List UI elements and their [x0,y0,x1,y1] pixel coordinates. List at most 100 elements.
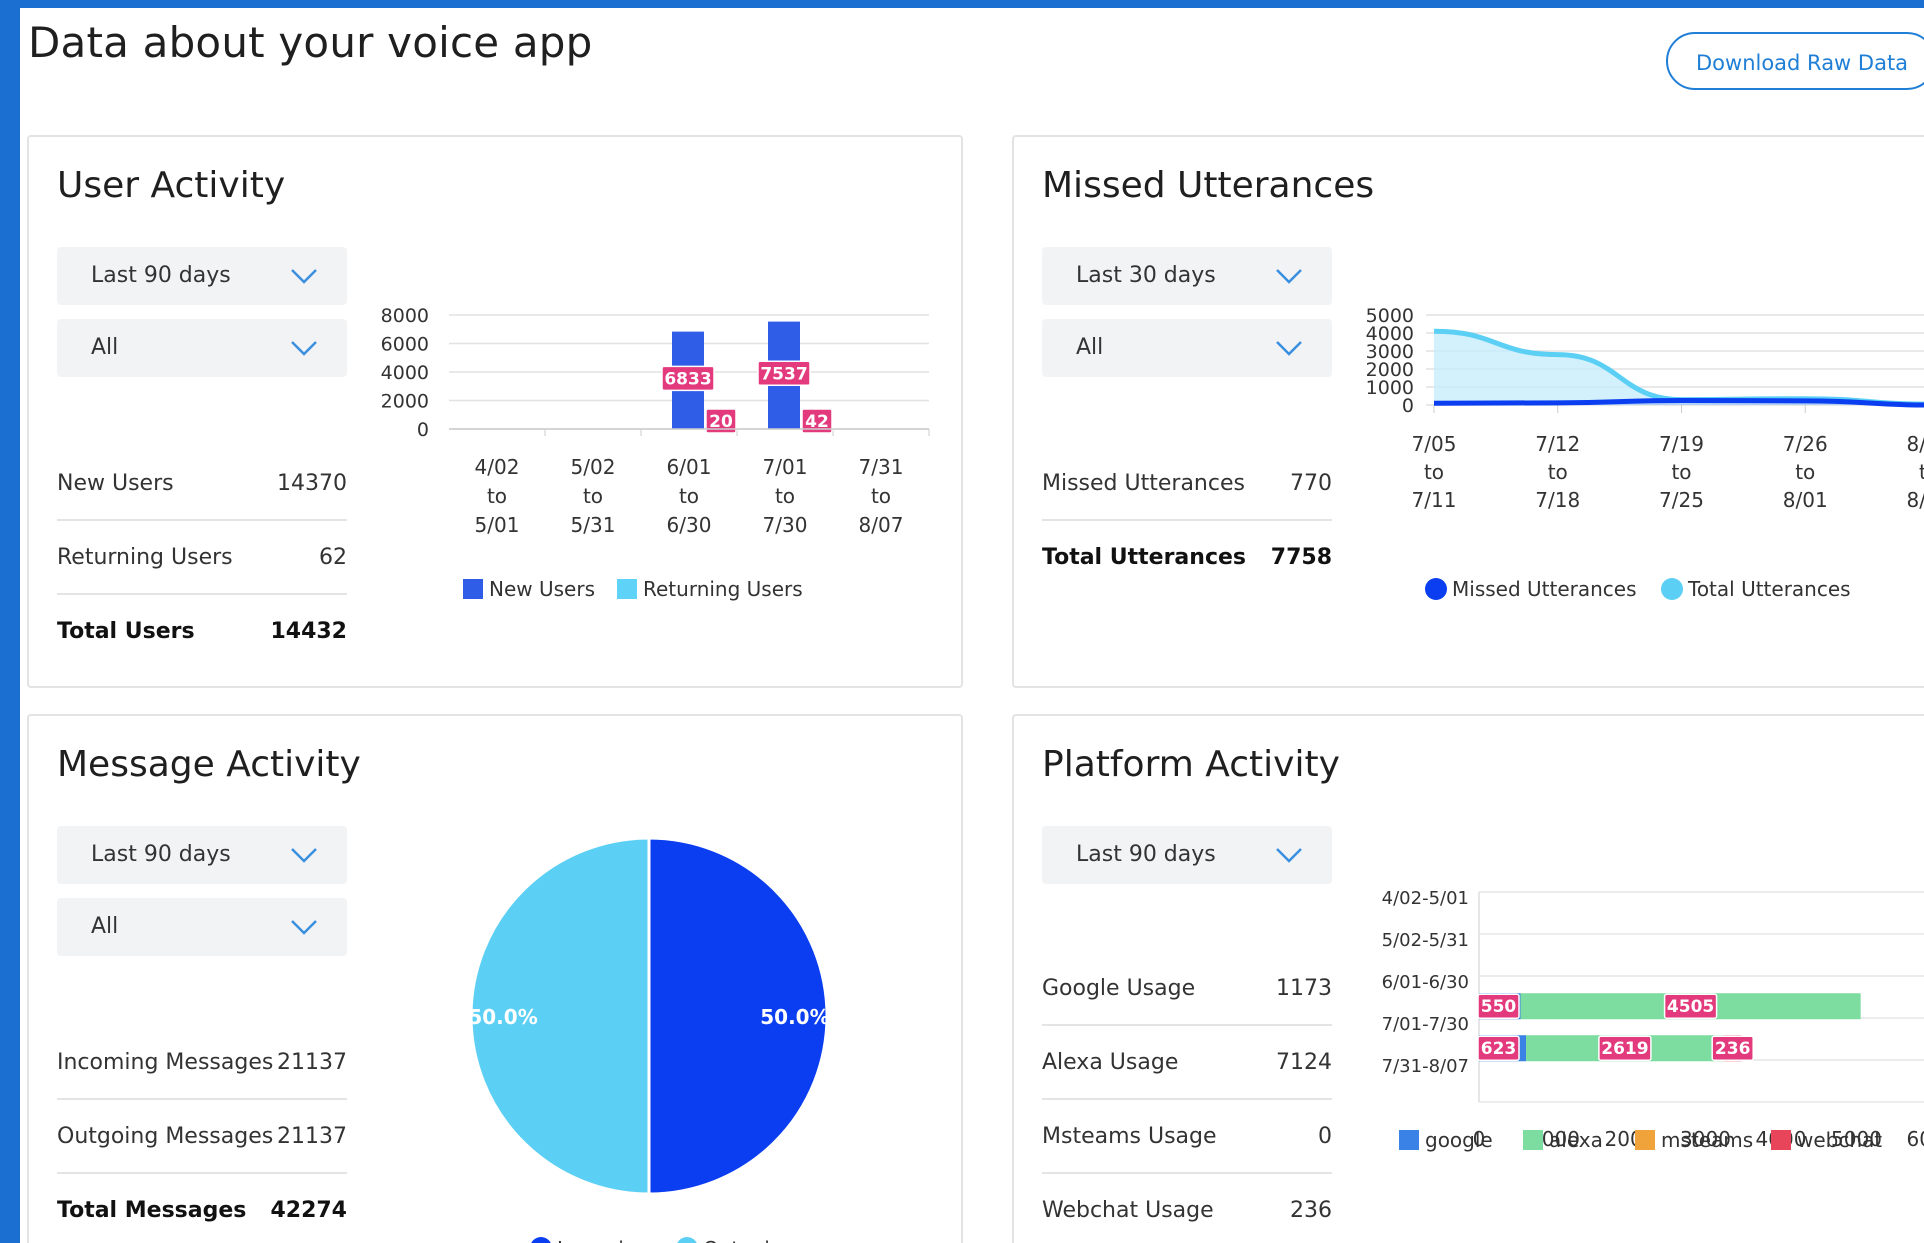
area-total-utterances [1434,331,1924,405]
legend-label: Incoming [557,1237,649,1243]
card-title: User Activity [57,165,286,206]
chevron-down-icon [291,920,317,935]
y-tick-label: 5000 [1366,305,1414,327]
stat-row-total-messages: Total Messages 42274 [57,1174,347,1243]
legend-label: Missed Utterances [1452,577,1637,601]
x-tick-label: to [1919,460,1924,484]
y-tick-label: 7/31-8/07 [1382,1056,1469,1077]
platform-activity-card: Platform Activity Last 90 days Google Us… [1012,714,1924,1243]
data-label: 550 [1481,997,1517,1017]
stat-label: Missed Utterances [1042,471,1245,496]
y-tick-label: 6/01-6/30 [1382,972,1469,993]
dropdown-value: All [1076,335,1104,360]
x-tick-label: 8/01 [1783,488,1828,512]
message-activity-card: Message Activity Last 90 days All Incomi… [27,714,963,1243]
stat-row-total-utterances: Total Utterances 7758 [1042,521,1332,595]
x-tick-label: to [1671,460,1691,484]
y-tick-label: 7/01-7/30 [1382,1014,1469,1035]
date-range-dropdown[interactable]: Last 90 days [1042,826,1332,884]
stat-label: New Users [57,471,174,496]
user-activity-bar-chart: 0 2000 4000 6000 8000 4/02 to 5/01 5/02 to 5/31 6/0… [381,305,930,601]
x-tick-label: 6/30 [667,513,712,537]
x-tick-label: 5/01 [475,513,520,537]
x-tick-label: 5/02 [571,455,616,479]
stat-value: 7124 [1276,1050,1332,1075]
stat-value: 7758 [1270,545,1332,570]
stat-value: 0 [1318,1124,1332,1149]
stat-label: Total Utterances [1042,545,1246,570]
x-tick-label: 7/26 [1783,432,1828,456]
legend-label: Returning Users [643,577,803,601]
legend-swatch-webchat [1771,1130,1791,1150]
legend-swatch-missed-utterances [1425,578,1447,600]
download-raw-data-button[interactable]: Download Raw Data [1666,32,1924,90]
data-label: 4505 [1667,997,1714,1017]
data-label: 623 [1481,1039,1517,1059]
x-tick-label: 7/31 [859,455,904,479]
date-range-dropdown[interactable]: Last 90 days [57,247,347,305]
date-range-dropdown[interactable]: Last 90 days [57,826,347,884]
platform-filter-dropdown[interactable]: All [57,898,347,956]
x-tick-label: 7/18 [1535,488,1580,512]
stat-row-msteams-usage: Msteams Usage 0 [1042,1100,1332,1174]
x-tick-label: 7/19 [1659,432,1704,456]
x-tick-label: 7/12 [1535,432,1580,456]
legend-swatch-google [1399,1130,1419,1150]
card-title: Message Activity [57,744,361,785]
stat-label: Alexa Usage [1042,1050,1179,1075]
x-tick-label: 6000 [1907,1127,1924,1151]
y-tick-label: 4/02-5/01 [1382,888,1469,909]
dropdown-value: All [91,335,119,360]
legend-label: webchat [1797,1128,1882,1152]
data-label: 6833 [664,369,711,389]
card-title: Platform Activity [1042,744,1340,785]
legend-label: alexa [1549,1128,1603,1152]
chevron-down-icon [291,269,317,284]
chevron-down-icon [1276,341,1302,356]
x-tick-label: 7/11 [1412,488,1457,512]
stat-label: Google Usage [1042,976,1196,1001]
stat-value: 14432 [270,619,347,644]
y-tick-label: 5/02-5/31 [1382,930,1469,951]
stat-value: 236 [1290,1198,1332,1223]
date-range-dropdown[interactable]: Last 30 days [1042,247,1332,305]
data-label: 2619 [1601,1039,1648,1059]
x-tick-label: to [775,484,795,508]
stat-label: Msteams Usage [1042,1124,1217,1149]
x-tick-label: 8/07 [1907,488,1924,512]
platform-activity-bar-chart: 4/02-5/01 5/02-5/31 6/01-6/30 7/01-7/30 7/31… [1382,888,1924,1152]
x-tick-label: 4/02 [475,455,520,479]
stat-value: 21137 [277,1124,347,1149]
stat-row-returning-users: Returning Users 62 [57,521,347,595]
stat-label: Returning Users [57,545,233,570]
stat-label: Webchat Usage [1042,1198,1214,1223]
stat-value: 42274 [270,1198,347,1223]
legend-label: Total Utterances [1687,577,1851,601]
dashboard-page: Data about your voice app Download Raw D… [20,8,1924,1243]
dropdown-value: All [91,914,119,939]
x-tick-label: to [583,484,603,508]
stat-row-new-users: New Users 14370 [57,447,347,521]
chevron-down-icon [291,341,317,356]
legend-swatch-returning-users [617,579,637,599]
dropdown-value: Last 90 days [91,263,231,288]
stat-value: 62 [319,545,347,570]
platform-filter-dropdown[interactable]: All [1042,319,1332,377]
x-tick-label: to [871,484,891,508]
page-title: Data about your voice app [28,18,593,67]
chevron-down-icon [291,848,317,863]
x-tick-label: 6/01 [667,455,712,479]
legend-swatch-total-utterances [1661,578,1683,600]
stat-row-incoming-messages: Incoming Messages 21137 [57,1026,347,1100]
y-tick-label: 2000 [381,391,429,413]
legend-label: Outgoing [703,1237,795,1243]
legend-label: google [1425,1128,1493,1152]
stat-row-webchat-usage: Webchat Usage 236 [1042,1174,1332,1243]
x-tick-label: 8/02 [1907,432,1924,456]
legend-swatch-outgoing [677,1237,697,1243]
stat-row-google-usage: Google Usage 1173 [1042,952,1332,1026]
stat-label: Incoming Messages [57,1050,274,1075]
legend-swatch-new-users [463,579,483,599]
platform-filter-dropdown[interactable]: All [57,319,347,377]
legend-swatch-incoming [531,1237,551,1243]
